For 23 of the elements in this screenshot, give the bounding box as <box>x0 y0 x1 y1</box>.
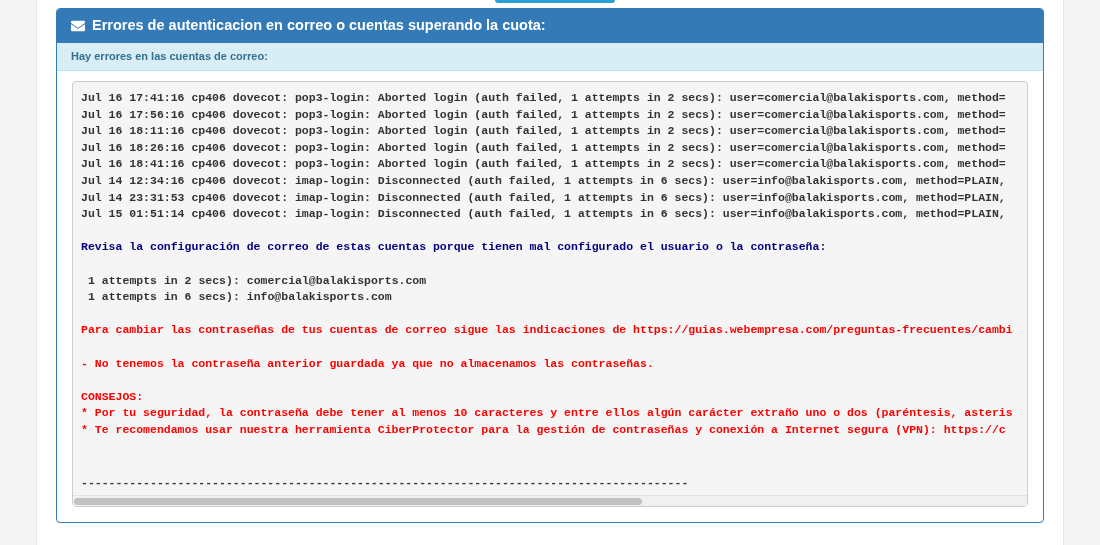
panel-subtitle: Hay errores en las cuentas de correo: <box>71 49 268 65</box>
warning-line: Para cambiar las contraseñas de tus cuentas de correo sigue las indicaciones de https://guias.webempresa.com/preguntas-frecuentes/cambi <box>81 322 1013 339</box>
separator-line: ---------------------------------------------------------------------------------------- <box>81 475 689 492</box>
warning-line: * Por tu seguridad, la contraseña debe tener al menos 10 caracteres y entre ellos algún carácter extraño uno o dos (paréntesis, asteris <box>81 405 1013 422</box>
panel-title: Errores de autenticacion en correo o cuentas superando la cuota: <box>92 16 546 36</box>
button-edge[interactable] <box>495 0 615 3</box>
log-line: Jul 14 23:31:53 cp406 dovecot: imap-login: Disconnected (auth failed, 1 attempts in 6 secs): user=info@balakisports.com, method=PLAIN, <box>81 189 1006 206</box>
horizontal-scrollbar[interactable] <box>73 495 1027 506</box>
scrollbar-thumb[interactable] <box>74 497 642 505</box>
notice-line: Revisa la configuración de correo de estas cuentas porque tienen mal configurado el usuario o la contraseña: <box>81 239 827 256</box>
log-line: Jul 16 18:11:16 cp406 dovecot: pop3-login: Aborted login (auth failed, 1 attempts in 2 secs): user=comercial@balakisports.com, method= <box>81 123 1006 140</box>
log-line: Jul 16 17:41:16 cp406 dovecot: pop3-login: Aborted login (auth failed, 1 attempts in 2 secs): user=comercial@balakisports.com, method= <box>81 90 1006 106</box>
log-line: Jul 16 18:41:16 cp406 dovecot: pop3-login: Aborted login (auth failed, 1 attempts in 2 secs): user=comercial@balakisports.com, method= <box>81 156 1006 173</box>
account-line: 1 attempts in 6 secs): info@balakisports.com <box>88 289 392 306</box>
log-line: Jul 16 17:56:16 cp406 dovecot: pop3-login: Aborted login (auth failed, 1 attempts in 2 secs): user=comercial@balakisports.com, method= <box>81 106 1006 123</box>
mail-icon <box>71 19 85 33</box>
log-line: Jul 15 01:51:14 cp406 dovecot: imap-login: Disconnected (auth failed, 1 attempts in 6 secs): user=info@balakisports.com, method=PLAIN, <box>81 206 1006 223</box>
warning-line: CONSEJOS: <box>81 388 144 405</box>
log-line: Jul 14 12:34:16 cp406 dovecot: imap-login: Disconnected (auth failed, 1 attempts in 6 secs): user=info@balakisports.com, method=PLAIN, <box>81 172 1006 189</box>
warning-line: * Te recomendamos usar nuestra herramienta CiberProtector para la gestión de contraseñas y conexión a Internet segura (VPN): https://c <box>81 421 1006 438</box>
warning-line: - No tenemos la contraseña anterior guardada ya que no almacenamos las contraseñas. <box>81 355 654 372</box>
log-line: Jul 16 18:26:16 cp406 dovecot: pop3-login: Aborted login (auth failed, 1 attempts in 2 secs): user=comercial@balakisports.com, method= <box>81 139 1006 156</box>
account-line: 1 attempts in 2 secs): comercial@balakisports.com <box>88 272 427 289</box>
